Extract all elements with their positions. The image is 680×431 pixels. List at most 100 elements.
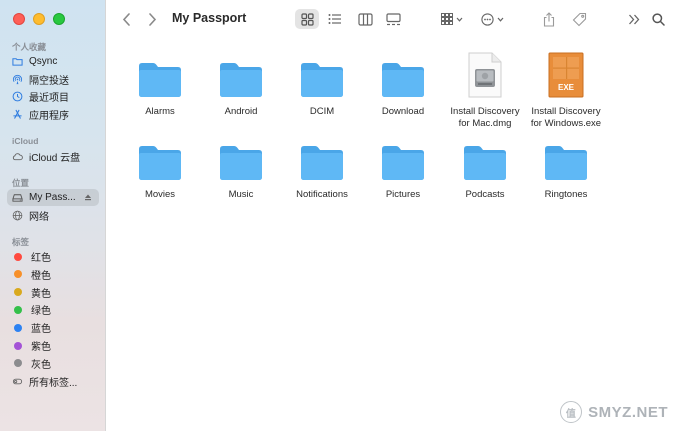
zoom-window-button[interactable] <box>53 13 65 25</box>
file-name: Pictures <box>385 189 421 200</box>
file-name: Podcasts <box>465 189 505 200</box>
folder-item[interactable]: Notifications <box>282 133 362 201</box>
folder-icon <box>378 133 428 181</box>
sidebar-tag-0[interactable]: 红色 <box>7 248 99 265</box>
file-browser: Alarms Android DCIM Download Install Discove… <box>106 38 680 431</box>
file-item[interactable]: EXE Install Discovery for Windows.exe <box>526 50 606 130</box>
list-icon <box>328 14 341 24</box>
folder-item[interactable]: Podcasts <box>445 133 525 201</box>
tag-button[interactable] <box>570 9 588 29</box>
folder-item[interactable]: Pictures <box>363 133 443 201</box>
file-name: Ringtones <box>544 189 588 200</box>
sidebar-item-network[interactable]: 网络 <box>7 207 99 224</box>
folder-icon <box>378 50 428 98</box>
sidebar-section-favorites: 个人收藏 <box>12 42 47 52</box>
watermark: 值 SMYZ.NET <box>560 401 668 423</box>
sidebar-item-label: 最近项目 <box>29 93 69 104</box>
sidebar-tag-1[interactable]: 橙色 <box>7 266 99 283</box>
folder-icon <box>12 56 23 67</box>
list-view-button[interactable] <box>326 9 344 29</box>
sidebar-item-label: 黄色 <box>31 288 51 300</box>
sidebar-item-label: iCloud 云盘 <box>29 153 81 164</box>
sidebar-tag-2[interactable]: 黄色 <box>7 284 99 301</box>
folder-icon <box>541 133 591 181</box>
sidebar-item-3[interactable]: 应用程序 <box>7 106 99 123</box>
sidebar-item-label: 灰色 <box>31 359 51 371</box>
drive-icon <box>12 192 23 203</box>
tag-color-dot <box>14 323 22 332</box>
sidebar-item-all-tags[interactable]: 所有标签... <box>7 373 99 390</box>
sidebar: 个人收藏 iCloud 位置 标签 Qsync 隔空投送 最近项目 应用程序 iClou… <box>0 0 106 431</box>
sidebar-tag-3[interactable]: 绿色 <box>7 301 99 318</box>
gallery-view-button[interactable] <box>384 9 402 29</box>
sidebar-item-label: 蓝色 <box>31 324 51 336</box>
sidebar-item-2[interactable]: 最近项目 <box>7 88 99 105</box>
clock-icon <box>12 91 23 102</box>
disk-image-icon <box>460 50 510 98</box>
sidebar-item-0[interactable]: Qsync <box>7 53 99 70</box>
sidebar-section-icloud: iCloud <box>12 136 39 146</box>
folder-item[interactable]: Download <box>363 50 443 118</box>
tags-icon <box>12 376 23 387</box>
watermark-logo: 值 <box>560 401 583 423</box>
sidebar-tag-5[interactable]: 紫色 <box>7 337 99 354</box>
window-title: My Passport <box>172 11 247 25</box>
folder-item[interactable]: Alarms <box>120 50 200 118</box>
airdrop-icon <box>12 74 23 85</box>
sidebar-item-1[interactable]: 隔空投送 <box>7 71 99 88</box>
close-window-button[interactable] <box>13 13 25 25</box>
chevron-down-icon <box>497 17 503 22</box>
chevron-left-icon <box>122 12 130 26</box>
toolbar: My Passport <box>106 0 680 38</box>
minimize-window-button[interactable] <box>33 13 45 25</box>
sidebar-item-label: 红色 <box>31 253 51 264</box>
sidebar-item-label: 紫色 <box>31 342 51 353</box>
globe-icon <box>12 210 23 221</box>
tag-icon <box>572 12 586 26</box>
sidebar-item-my-passport[interactable]: My Pass... <box>7 189 99 206</box>
folder-icon <box>297 133 347 181</box>
column-view-button[interactable] <box>356 9 374 29</box>
group-button[interactable] <box>438 9 466 29</box>
share-button[interactable] <box>540 9 558 29</box>
icon-view-button[interactable] <box>298 9 316 29</box>
forward-button[interactable] <box>144 9 160 29</box>
sidebar-tag-6[interactable]: 灰色 <box>7 355 99 372</box>
search-icon <box>651 12 665 26</box>
file-name: Notifications <box>296 189 348 200</box>
share-icon <box>543 11 555 27</box>
sidebar-tag-4[interactable]: 蓝色 <box>7 319 99 336</box>
tag-color-dot <box>14 252 22 261</box>
cloud-icon <box>12 151 23 162</box>
folder-item[interactable]: DCIM <box>282 50 362 118</box>
folder-item[interactable]: Movies <box>120 133 200 201</box>
folder-item[interactable]: Android <box>201 50 281 118</box>
tag-color-dot <box>14 359 22 368</box>
grid-icon <box>300 12 314 26</box>
sidebar-section-tags: 标签 <box>12 237 30 247</box>
double-chevron-right-icon <box>629 14 640 24</box>
toolbar-overflow-button[interactable] <box>626 9 642 29</box>
gallery-icon <box>385 12 401 25</box>
eject-icon[interactable] <box>84 193 92 201</box>
file-name: Install Discovery for Windows.exe <box>530 106 602 129</box>
back-button[interactable] <box>118 9 134 29</box>
sidebar-item-label: 应用程序 <box>29 111 69 122</box>
folder-icon <box>460 133 510 181</box>
folder-item[interactable]: Ringtones <box>526 133 606 201</box>
sidebar-item-label: 隔空投送 <box>29 76 69 87</box>
finder-window: 个人收藏 iCloud 位置 标签 Qsync 隔空投送 最近项目 应用程序 iClou… <box>0 0 680 431</box>
chevron-right-icon <box>148 12 156 26</box>
folder-item[interactable]: Music <box>201 133 281 201</box>
file-name: Music <box>228 189 254 200</box>
sidebar-item-icloud-drive[interactable]: iCloud 云盘 <box>7 148 99 165</box>
file-item[interactable]: Install Discovery for Mac.dmg <box>445 50 525 130</box>
tag-color-dot <box>14 305 22 314</box>
sidebar-item-label: Qsync <box>29 56 58 67</box>
sidebar-item-label: 网络 <box>29 212 49 223</box>
group-grid-icon <box>441 13 453 25</box>
sidebar-item-label: My Pass... <box>29 192 76 203</box>
search-button[interactable] <box>650 9 666 29</box>
action-button[interactable] <box>478 9 506 29</box>
watermark-text: SMYZ.NET <box>588 403 668 421</box>
